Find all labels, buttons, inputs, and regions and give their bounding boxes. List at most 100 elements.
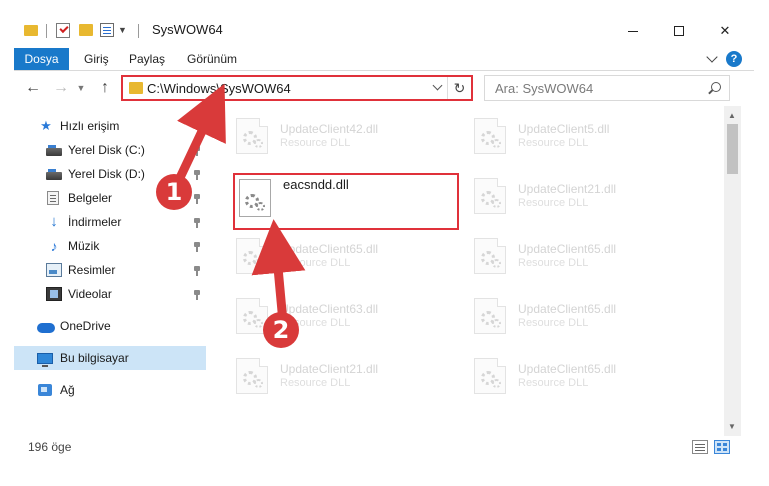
star-icon: ★ [40, 118, 52, 133]
sidebar-item-local-disk-c[interactable]: Yerel Disk (C:) [14, 138, 206, 162]
search-input[interactable]: Ara: SysWOW64 [484, 75, 730, 101]
sidebar-item-downloads[interactable]: ↓ İndirmeler [14, 210, 206, 234]
scroll-down-arrow-icon[interactable]: ▼ [728, 422, 736, 431]
file-type: Resource DLL [280, 137, 351, 149]
forward-arrow-icon[interactable]: → [50, 77, 72, 99]
divider [14, 70, 754, 71]
vertical-scrollbar[interactable]: ▲ ▼ [724, 106, 741, 436]
search-icon[interactable] [711, 82, 721, 92]
pin-icon[interactable] [193, 290, 201, 300]
large-icons-view-icon[interactable] [714, 440, 730, 454]
sidebar-item-onedrive[interactable]: OneDrive [14, 314, 206, 338]
sidebar-item-pictures[interactable]: Resimler [14, 258, 206, 282]
sidebar-item-label: Hızlı erişim [60, 119, 120, 133]
pin-icon[interactable] [193, 146, 201, 156]
file-list: UpdateClient42.dll Resource DLL UpdateCl… [212, 106, 724, 436]
dll-file-icon [474, 118, 506, 154]
drive-icon [46, 169, 62, 180]
separator [138, 24, 139, 38]
refresh-icon[interactable]: ↻ [447, 77, 471, 99]
file-tile[interactable]: UpdateClient21.dll Resource DLL [460, 170, 690, 218]
dll-file-icon [236, 358, 268, 394]
file-name: UpdateClient42.dll [280, 122, 379, 136]
close-button[interactable]: ✕ [702, 18, 748, 44]
file-tile[interactable]: UpdateClient63.dll Resource DLL [222, 290, 452, 338]
step-2-badge: 2 [263, 312, 299, 348]
maximize-button[interactable] [656, 18, 702, 44]
ribbon-controls: ? [706, 51, 742, 67]
customize-quick-access-chevron-icon[interactable]: ▼ [118, 25, 127, 35]
dll-file-icon [474, 178, 506, 214]
minimize-icon [628, 30, 638, 32]
tab-home[interactable]: Giriş [74, 48, 119, 70]
videos-icon [46, 287, 62, 301]
sidebar-item-quick-access[interactable]: ★ Hızlı erişim [14, 114, 206, 138]
pin-icon[interactable] [193, 266, 201, 276]
sidebar-item-label: OneDrive [60, 319, 111, 333]
dll-file-icon [236, 238, 268, 274]
file-tile[interactable]: UpdateClient5.dll Resource DLL [460, 110, 690, 158]
properties-check-icon[interactable] [56, 23, 70, 38]
file-tile[interactable]: UpdateClient65.dll Resource DLL [460, 350, 690, 398]
file-tile[interactable]: UpdateClient21.dll Resource DLL [222, 350, 452, 398]
cloud-icon [37, 322, 55, 333]
sidebar-item-this-pc[interactable]: Bu bilgisayar [14, 346, 206, 370]
file-tile[interactable]: UpdateClient42.dll Resource DLL [222, 110, 452, 158]
file-type: Resource DLL [518, 197, 589, 209]
help-icon[interactable]: ? [726, 51, 742, 67]
sidebar-item-label: Resimler [68, 263, 116, 277]
scrollbar-thumb[interactable] [727, 124, 738, 174]
download-icon: ↓ [50, 213, 58, 230]
address-bar[interactable]: C:\Windows\SysWOW64 ↻ [121, 75, 473, 101]
sidebar-item-videos[interactable]: Videolar [14, 282, 206, 306]
window-title: SysWOW64 [152, 22, 223, 37]
sidebar-item-label: Müzik [68, 239, 100, 253]
up-arrow-icon[interactable]: ↑ [94, 77, 116, 99]
pin-icon[interactable] [193, 218, 201, 228]
scroll-up-arrow-icon[interactable]: ▲ [728, 111, 736, 120]
pin-icon[interactable] [193, 242, 201, 252]
pc-icon [37, 352, 53, 367]
folder-icon [129, 82, 143, 94]
file-type: Resource DLL [280, 257, 351, 269]
highlighted-file-tile[interactable]: eacsndd.dll [233, 173, 459, 230]
tab-file[interactable]: Dosya [14, 48, 69, 70]
properties-icon[interactable] [100, 23, 114, 37]
status-bar: 196 öge [14, 436, 754, 458]
search-placeholder: Ara: SysWOW64 [495, 81, 594, 96]
dll-file-icon [236, 118, 268, 154]
sidebar-item-label: Belgeler [68, 191, 113, 205]
file-tile[interactable]: UpdateClient65.dll Resource DLL [460, 230, 690, 278]
file-name: UpdateClient63.dll [280, 302, 379, 316]
sidebar-item-label: İndirmeler [68, 215, 122, 229]
tab-share[interactable]: Paylaş [119, 48, 175, 70]
file-type: Resource DLL [280, 377, 351, 389]
new-folder-icon[interactable] [79, 24, 93, 36]
address-path[interactable]: C:\Windows\SysWOW64 [147, 81, 291, 96]
address-history-chevron-icon[interactable] [432, 80, 443, 91]
tab-view[interactable]: Görünüm [177, 48, 247, 70]
details-view-icon[interactable] [692, 440, 708, 454]
file-type: Resource DLL [518, 317, 589, 329]
close-icon: ✕ [719, 23, 731, 38]
back-arrow-icon[interactable]: ← [22, 77, 44, 99]
expand-ribbon-chevron-icon[interactable] [706, 51, 718, 63]
title-bar: ▼ SysWOW64 ✕ [0, 0, 769, 44]
file-tile[interactable]: UpdateClient65.dll Resource DLL [460, 290, 690, 338]
dll-file-icon [474, 238, 506, 274]
recent-locations-chevron-icon[interactable]: ▼ [74, 77, 88, 99]
file-tile[interactable]: UpdateClient65.dll Resource DLL [222, 230, 452, 278]
maximize-icon [674, 26, 684, 36]
pin-icon[interactable] [193, 194, 201, 204]
navigation-pane: ★ Hızlı erişim Yerel Disk (C:) Yerel Dis… [14, 110, 210, 430]
navigation-bar: ← → ▼ ↑ C:\Windows\SysWOW64 ↻ Ara: SysWO… [14, 74, 754, 102]
sidebar-item-music[interactable]: ♪ Müzik [14, 234, 206, 258]
dll-file-icon [474, 298, 506, 334]
sidebar-item-label: Ağ [60, 383, 75, 397]
minimize-button[interactable] [610, 18, 656, 44]
file-name: UpdateClient5.dll [518, 122, 610, 136]
file-type: Resource DLL [518, 377, 589, 389]
pictures-icon [46, 263, 62, 277]
sidebar-item-network[interactable]: Ağ [14, 378, 206, 402]
pin-icon[interactable] [193, 170, 201, 180]
